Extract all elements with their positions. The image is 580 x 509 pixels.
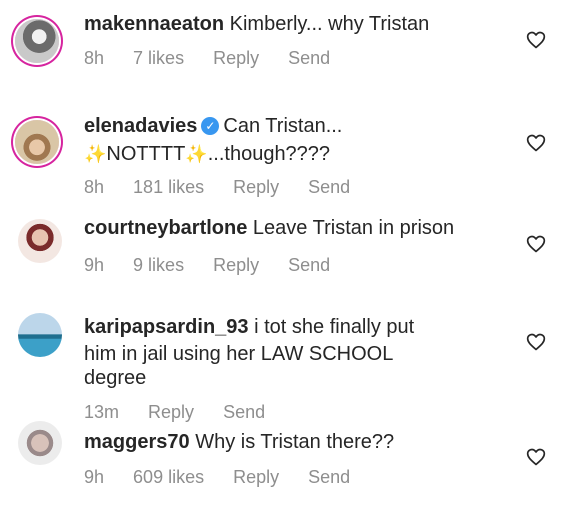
comment-meta: 8h 181 likes Reply Send [84, 177, 374, 198]
send-button[interactable]: Send [308, 467, 350, 487]
comment-text-line-3: degree [84, 366, 146, 390]
likes-count[interactable]: 9 likes [133, 255, 184, 275]
comment-time: 9h [84, 255, 105, 275]
comment-meta: 13m Reply Send [84, 402, 289, 423]
comment-text: courtneybartlone Leave Tristan in prison [84, 216, 454, 240]
comment-username[interactable]: courtneybartlone [84, 217, 247, 239]
comment-username[interactable]: elenadavies [84, 115, 197, 137]
likes-count[interactable]: 609 likes [133, 467, 204, 487]
comment-body: Kimberly... why Tristan [229, 13, 430, 35]
comment-text-line-2: him in jail using her LAW SCHOOL [84, 342, 393, 366]
comment-meta: 9h 9 likes Reply Send [84, 255, 354, 276]
send-button[interactable]: Send [308, 177, 350, 197]
reply-button[interactable]: Reply [213, 255, 259, 275]
sparkles-emoji-icon: ✨ [84, 144, 107, 164]
reply-button[interactable]: Reply [213, 48, 259, 68]
comment-text-line-2: ✨NOTTTT✨...though???? [84, 142, 330, 166]
comment-text: makennaeaton Kimberly... why Tristan [84, 12, 429, 36]
heart-outline-icon[interactable] [526, 30, 546, 50]
comment-time: 8h [84, 177, 105, 197]
comment-body: Why is Tristan there?? [195, 431, 395, 453]
heart-outline-icon[interactable] [526, 332, 546, 352]
comment-body: Can Tristan... [223, 115, 343, 137]
reply-button[interactable]: Reply [233, 177, 279, 197]
comment-meta: 9h 609 likes Reply Send [84, 467, 374, 488]
avatar[interactable] [18, 313, 62, 357]
send-button[interactable]: Send [288, 48, 330, 68]
comment-text: karipapsardin_93 i tot she finally put [84, 315, 414, 339]
sparkles-emoji-icon: ✨ [185, 144, 208, 164]
comment-time: 13m [84, 402, 120, 422]
reply-button[interactable]: Reply [233, 467, 279, 487]
comment-body: him in jail using her LAW SCHOOL [84, 343, 394, 365]
verified-badge-icon: ✓ [201, 117, 220, 135]
comment-username[interactable]: karipapsardin_93 [84, 316, 249, 338]
avatar[interactable] [18, 219, 62, 263]
avatar[interactable] [18, 421, 62, 465]
comment-body: i tot she finally put [254, 316, 415, 338]
comment-text: maggers70 Why is Tristan there?? [84, 430, 394, 454]
likes-count[interactable]: 181 likes [133, 177, 204, 197]
avatar[interactable] [15, 120, 59, 164]
comment-username[interactable]: makennaeaton [84, 13, 224, 35]
comment-meta: 8h 7 likes Reply Send [84, 48, 354, 69]
comment-time: 9h [84, 467, 105, 487]
avatar[interactable] [15, 19, 59, 63]
send-button[interactable]: Send [288, 255, 330, 275]
comment-text: elenadavies ✓ Can Tristan... [84, 114, 342, 138]
heart-outline-icon[interactable] [526, 234, 546, 254]
heart-outline-icon[interactable] [526, 133, 546, 153]
comment-time: 8h [84, 48, 105, 68]
comment-body: degree [84, 367, 147, 389]
comment-body: NOTTTT [106, 143, 186, 165]
send-button[interactable]: Send [223, 402, 265, 422]
comment-body: ...though???? [207, 143, 331, 165]
reply-button[interactable]: Reply [148, 402, 194, 422]
comment-body: Leave Tristan in prison [252, 217, 455, 239]
likes-count[interactable]: 7 likes [133, 48, 184, 68]
heart-outline-icon[interactable] [526, 447, 546, 467]
comment-username[interactable]: maggers70 [84, 431, 190, 453]
